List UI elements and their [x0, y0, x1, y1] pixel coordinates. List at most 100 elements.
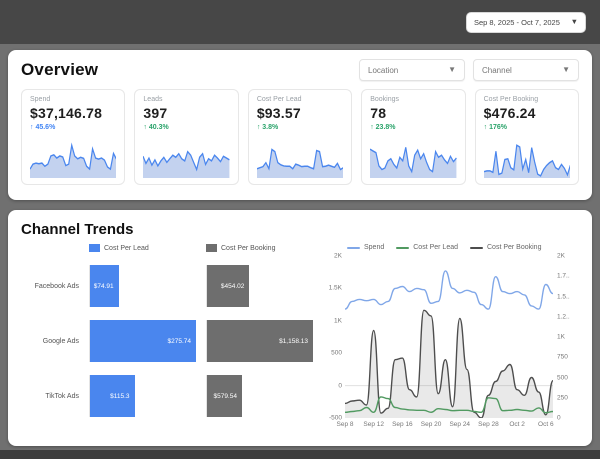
spend-line [345, 271, 553, 309]
kpi-delta-badge: ↑ 23.8% [370, 124, 456, 131]
kpi-label: Leads [143, 96, 229, 103]
legend-cost-per-booking: Cost Per Booking [470, 244, 541, 251]
axis-tick-label: 1K [334, 317, 342, 324]
axis-tick-label: 1K [557, 334, 565, 341]
legend-cost-per-lead: Cost Per Lead [396, 244, 458, 251]
category-label-tiktok-ads: TikTok Ads [21, 393, 79, 400]
channel-dropdown[interactable]: Channel ▼ [473, 59, 579, 81]
leads-sparkline-chart [143, 136, 229, 178]
axis-tick-label: Sep 16 [392, 421, 413, 428]
kpi-card-spend: Spend $37,146.78 ↑ 45.6% [21, 89, 125, 185]
kpi-delta-badge: ↑ 45.6% [30, 124, 116, 131]
legend-label: Cost Per Booking [221, 245, 275, 252]
bar-chart-grid: Cost Per Lead Cost Per Booking Facebook … [21, 244, 313, 417]
kpi-value: $476.24 [484, 105, 570, 121]
bar-cost-per-lead-facebook[interactable]: $74.91 [90, 265, 119, 307]
bar-value-label: $454.02 [221, 283, 250, 290]
axis-tick-label: Sep 8 [337, 421, 354, 428]
line-chart-plot-area: 2K1.5K1K5000-500 2K1.7..1.5..1.2..1K7505… [325, 256, 579, 418]
bar-cost-per-booking-tiktok[interactable]: $579.54 [207, 375, 242, 417]
overview-filters: Location ▼ Channel ▼ [359, 59, 579, 81]
axis-tick-label: Sep 20 [421, 421, 442, 428]
legend-label: Cost Per Booking [487, 244, 541, 251]
axis-tick-label: Sep 24 [449, 421, 470, 428]
cost-per-lead-sparkline-chart [257, 136, 343, 178]
bar-cost-per-lead-tiktok[interactable]: $115.3 [90, 375, 135, 417]
legend-label: Cost Per Lead [413, 244, 458, 251]
kpi-card-leads: Leads 397 ↑ 40.3% [134, 89, 238, 185]
page-title: Overview [21, 60, 98, 80]
kpi-label: Spend [30, 96, 116, 103]
kpi-card-cost-per-booking: Cost Per Booking $476.24 ↑ 176% [475, 89, 579, 185]
date-range-selector[interactable]: Sep 8, 2025 - Oct 7, 2025 ▼ [466, 12, 586, 33]
axis-tick-label: Oct 6 [538, 421, 554, 428]
bottom-bar [0, 450, 600, 459]
bar-track: $1,158.13 [206, 320, 313, 362]
legend-cost-per-lead: Cost Per Lead [89, 244, 196, 252]
dashboard-page: Overview Location ▼ Channel ▼ Spend $37,… [0, 50, 600, 446]
bar-track: $74.91 [89, 265, 196, 307]
legend-label: Cost Per Lead [104, 245, 149, 252]
kpi-card-cost-per-lead: Cost Per Lead $93.57 ↑ 3.8% [248, 89, 352, 185]
bar-cost-per-booking-facebook[interactable]: $454.02 [207, 265, 249, 307]
legend-swatch [206, 244, 217, 252]
axis-tick-label: 750 [557, 354, 568, 361]
axis-tick-label: 0 [557, 415, 561, 422]
kpi-value: $93.57 [257, 105, 343, 121]
bar-cost-per-lead-google[interactable]: $275.74 [90, 320, 196, 362]
chevron-down-icon: ▼ [571, 18, 578, 26]
axis-tick-label: 0 [338, 382, 342, 389]
spend-sparkline-chart [30, 136, 116, 178]
kpi-label: Cost Per Booking [484, 96, 570, 103]
kpi-delta-badge: ↑ 40.3% [143, 124, 229, 131]
kpi-value: 397 [143, 105, 229, 121]
axis-tick-label: 1.5.. [557, 293, 570, 300]
axis-tick-label: Oct 2 [509, 421, 525, 428]
timeseries-chart [345, 256, 553, 418]
bar-track: $579.54 [206, 375, 313, 417]
section-title: Channel Trends [21, 221, 579, 238]
chevron-down-icon: ▼ [448, 66, 456, 74]
kpi-delta-badge: ↑ 3.8% [257, 124, 343, 131]
axis-tick-label: 250 [557, 394, 568, 401]
bar-value-label: $579.54 [213, 393, 242, 400]
legend-cost-per-booking: Cost Per Booking [206, 244, 313, 252]
left-y-axis: 2K1.5K1K5000-500 [325, 256, 345, 418]
bar-cost-per-booking-google[interactable]: $1,158.13 [207, 320, 313, 362]
axis-tick-label: 1.5K [329, 285, 342, 292]
category-label-facebook-ads: Facebook Ads [21, 283, 79, 290]
kpi-value: 78 [370, 105, 456, 121]
legend-swatch [396, 247, 409, 249]
x-axis: Sep 8Sep 12Sep 16Sep 20Sep 24Sep 28Oct 2… [345, 421, 553, 433]
axis-tick-label: 500 [557, 374, 568, 381]
top-bar: Sep 8, 2025 - Oct 7, 2025 ▼ [0, 0, 600, 44]
axis-tick-label: 2K [557, 253, 565, 260]
axis-tick-label: 2K [334, 253, 342, 260]
legend-swatch [89, 244, 100, 252]
channel-bar-charts: Cost Per Lead Cost Per Booking Facebook … [21, 244, 313, 433]
bar-track: $454.02 [206, 265, 313, 307]
channel-trends-body: Cost Per Lead Cost Per Booking Facebook … [21, 244, 579, 433]
channel-trends-section: Channel Trends Cost Per Lead Cost Per Bo… [8, 210, 592, 446]
cost-per-booking-area [345, 310, 553, 418]
channel-dropdown-label: Channel [482, 66, 512, 75]
kpi-delta-badge: ↑ 176% [484, 124, 570, 131]
legend-swatch [347, 247, 360, 249]
right-y-axis: 2K1.7..1.5..1.2..1K7505002500 [553, 256, 579, 418]
bar-value-label: $115.3 [110, 393, 134, 400]
legend-label: Spend [364, 244, 384, 251]
kpi-label: Cost Per Lead [257, 96, 343, 103]
location-dropdown[interactable]: Location ▼ [359, 59, 465, 81]
location-dropdown-label: Location [368, 66, 398, 75]
overview-section: Overview Location ▼ Channel ▼ Spend $37,… [8, 50, 592, 200]
overview-header: Overview Location ▼ Channel ▼ [21, 59, 579, 81]
kpi-card-bookings: Bookings 78 ↑ 23.8% [361, 89, 465, 185]
axis-tick-label: 1.7.. [557, 273, 570, 280]
bookings-sparkline-chart [370, 136, 456, 178]
legend-swatch [470, 247, 483, 249]
legend-spend: Spend [347, 244, 384, 251]
bar-value-label: $275.74 [168, 338, 197, 345]
cost-per-booking-sparkline-chart [484, 136, 570, 178]
bar-track: $115.3 [89, 375, 196, 417]
bar-value-label: $1,158.13 [279, 338, 313, 345]
